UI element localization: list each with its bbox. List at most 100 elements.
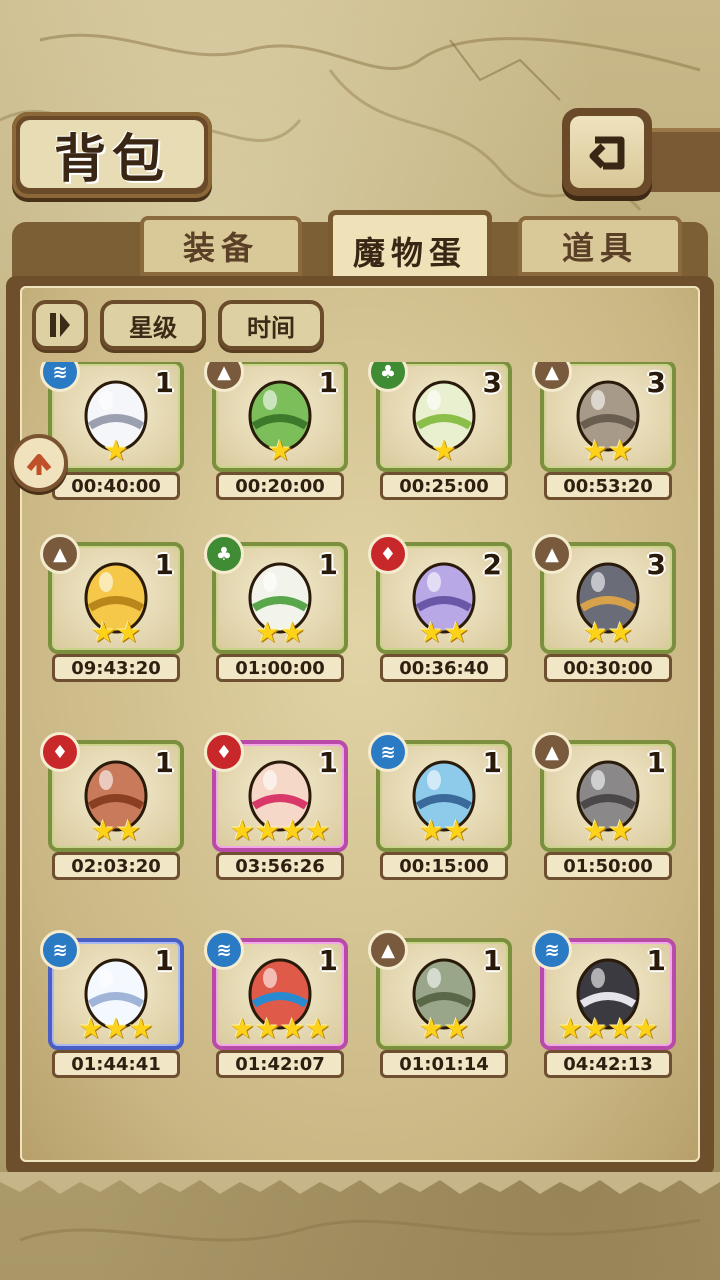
star-rating: ★ ★ ★ — [48, 1014, 184, 1044]
egg-card[interactable]: ≋ 1 ★ 00:40:00 — [40, 362, 184, 500]
egg-card[interactable]: ♦ 1 ★ ★ 02:03:20 — [40, 732, 184, 880]
star-icon: ★ — [557, 1012, 583, 1045]
hatch-time: 03:56:26 — [216, 852, 344, 880]
egg-count: 2 — [482, 548, 502, 581]
hatch-time: 01:50:00 — [544, 852, 672, 880]
sort-by-time-button[interactable]: 时间 — [218, 300, 324, 350]
star-icon: ★ — [90, 814, 116, 847]
fire-element-icon: ♦ — [40, 732, 80, 772]
hatch-time: 01:00:00 — [216, 654, 344, 682]
star-icon: ★ — [444, 1012, 470, 1045]
star-icon: ★ — [78, 1012, 104, 1045]
back-button[interactable] — [562, 108, 652, 196]
star-icon: ★ — [431, 434, 457, 467]
star-rating: ★ ★ — [376, 1014, 512, 1044]
egg-card[interactable]: ♣ 1 ★ ★ 01:00:00 — [204, 534, 348, 682]
egg-card[interactable]: ≋ 1 ★ ★ ★ ★ 04:42:13 — [532, 930, 676, 1078]
fire-element-icon: ♦ — [368, 534, 408, 574]
sort-by-star-button[interactable]: 星级 — [100, 300, 206, 350]
egg-count: 1 — [482, 746, 502, 779]
tab-monster-eggs[interactable]: 魔物蛋 — [328, 210, 492, 286]
star-icon: ★ — [444, 616, 470, 649]
hatch-time: 00:15:00 — [380, 852, 508, 880]
star-icon: ★ — [229, 814, 255, 847]
star-icon: ★ — [582, 1012, 608, 1045]
egg-count: 1 — [318, 548, 338, 581]
egg-card[interactable]: ▲ 1 ★ ★ 01:50:00 — [532, 732, 676, 880]
tab-equipment[interactable]: 装备 — [140, 216, 302, 276]
star-icon: ★ — [582, 616, 608, 649]
water-element-icon: ≋ — [204, 930, 244, 970]
egg-grid: ≋ 1 ★ 00:40:00 ▲ 1 ★ 00:20:00 ♣ 3 ★ 00:25:00 ▲ 3 ★ ★ 00:… — [30, 362, 690, 1142]
star-icon: ★ — [608, 616, 634, 649]
star-icon: ★ — [608, 434, 634, 467]
star-icon: ★ — [305, 814, 331, 847]
water-element-icon: ≋ — [40, 930, 80, 970]
hatch-time: 01:01:14 — [380, 1050, 508, 1078]
egg-card[interactable]: ♣ 3 ★ 00:25:00 — [368, 362, 512, 500]
egg-card[interactable]: ≋ 1 ★ ★ ★ 01:44:41 — [40, 930, 184, 1078]
egg-card[interactable]: ♦ 1 ★ ★ ★ ★ 03:56:26 — [204, 732, 348, 880]
star-icon: ★ — [128, 1012, 154, 1045]
star-icon: ★ — [116, 814, 142, 847]
egg-card[interactable]: ▲ 3 ★ ★ 00:30:00 — [532, 534, 676, 682]
star-icon: ★ — [582, 434, 608, 467]
tab-items[interactable]: 道具 — [518, 216, 682, 276]
star-icon: ★ — [254, 814, 280, 847]
egg-count: 3 — [482, 366, 502, 399]
star-icon: ★ — [229, 1012, 255, 1045]
star-rating: ★ — [212, 436, 348, 466]
hatch-time: 00:25:00 — [380, 472, 508, 500]
star-icon: ★ — [280, 616, 306, 649]
egg-count: 1 — [154, 944, 174, 977]
star-rating: ★ ★ — [212, 618, 348, 648]
egg-card[interactable]: ▲ 1 ★ ★ 01:01:14 — [368, 930, 512, 1078]
star-rating: ★ ★ — [376, 816, 512, 846]
egg-card[interactable]: ≋ 1 ★ ★ 00:15:00 — [368, 732, 512, 880]
hatch-time: 00:36:40 — [380, 654, 508, 682]
star-rating: ★ — [376, 436, 512, 466]
star-rating: ★ ★ ★ ★ — [212, 1014, 348, 1044]
egg-count: 1 — [154, 746, 174, 779]
egg-card[interactable]: ≋ 1 ★ ★ ★ ★ 01:42:07 — [204, 930, 348, 1078]
star-icon: ★ — [608, 814, 634, 847]
egg-count: 1 — [482, 944, 502, 977]
star-rating: ★ ★ — [48, 618, 184, 648]
egg-count: 1 — [646, 746, 666, 779]
star-rating: ★ ★ — [540, 618, 676, 648]
egg-card[interactable]: ▲ 1 ★ 00:20:00 — [204, 362, 348, 500]
egg-card[interactable]: ▲ 1 ★ ★ 09:43:20 — [40, 534, 184, 682]
egg-count: 1 — [646, 944, 666, 977]
star-icon: ★ — [305, 1012, 331, 1045]
egg-count: 1 — [318, 366, 338, 399]
scroll-top-button[interactable] — [10, 434, 68, 492]
water-element-icon: ≋ — [368, 732, 408, 772]
egg-count: 1 — [154, 548, 174, 581]
egg-count: 1 — [154, 366, 174, 399]
hatch-time: 00:53:20 — [544, 472, 672, 500]
star-icon: ★ — [116, 616, 142, 649]
hatch-time: 02:03:20 — [52, 852, 180, 880]
hatch-time: 00:20:00 — [216, 472, 344, 500]
egg-card[interactable]: ▲ 3 ★ ★ 00:53:20 — [532, 362, 676, 500]
sort-toggle-button[interactable] — [32, 300, 88, 350]
hatch-time: 00:40:00 — [52, 472, 180, 500]
egg-card[interactable]: ♦ 2 ★ ★ 00:36:40 — [368, 534, 512, 682]
star-rating: ★ ★ ★ ★ — [212, 816, 348, 846]
earth-element-icon: ▲ — [532, 732, 572, 772]
hatch-time: 04:42:13 — [544, 1050, 672, 1078]
back-button-rail — [650, 128, 720, 192]
page-title: 背包 — [20, 120, 204, 190]
earth-element-icon: ▲ — [40, 534, 80, 574]
star-icon: ★ — [444, 814, 470, 847]
page-title-plaque: 背包 — [12, 112, 212, 198]
star-icon: ★ — [418, 1012, 444, 1045]
hatch-time: 01:42:07 — [216, 1050, 344, 1078]
hatch-time: 01:44:41 — [52, 1050, 180, 1078]
fire-element-icon: ♦ — [204, 732, 244, 772]
star-icon: ★ — [608, 1012, 634, 1045]
egg-count: 1 — [318, 944, 338, 977]
star-icon: ★ — [633, 1012, 659, 1045]
star-rating: ★ ★ — [540, 436, 676, 466]
star-icon: ★ — [254, 1012, 280, 1045]
